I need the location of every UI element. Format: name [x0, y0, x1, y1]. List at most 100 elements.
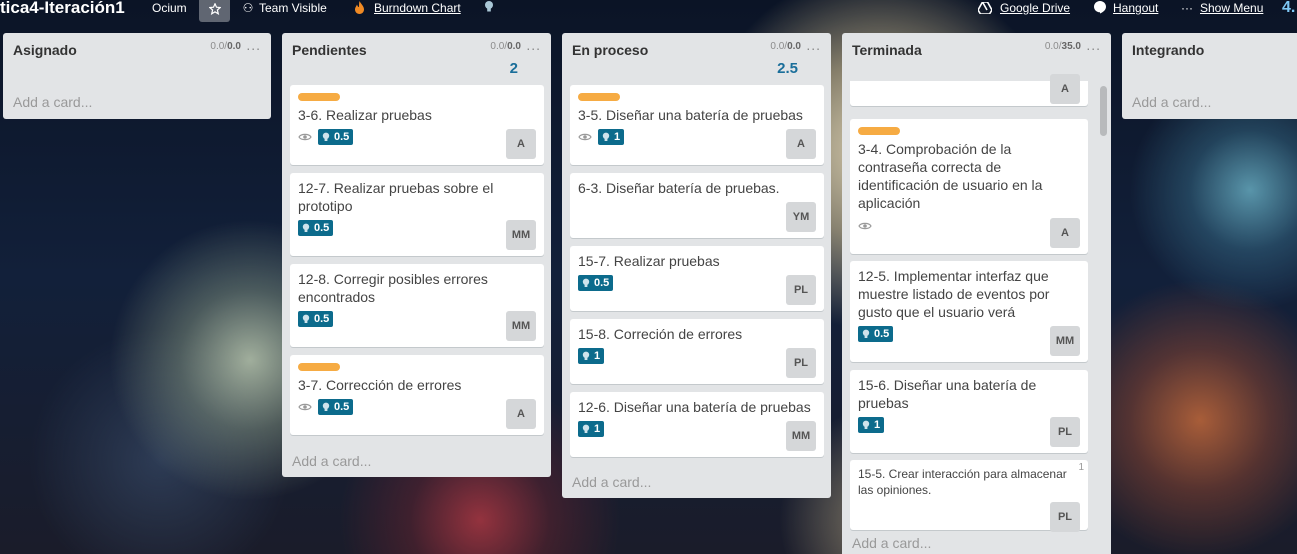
add-card-link[interactable]: Add a card...: [852, 535, 931, 551]
avatar[interactable]: YM: [786, 202, 816, 232]
lightbulb-icon: [582, 424, 590, 433]
avatar[interactable]: MM: [786, 421, 816, 451]
card-corner-count: 1: [1078, 462, 1084, 473]
team-icon: ⚇: [242, 1, 254, 15]
eye-icon: [298, 403, 312, 410]
card-badges: 0.5: [858, 325, 894, 342]
points-badge: 0.5: [298, 310, 334, 327]
lightbulb-icon: [582, 278, 590, 287]
list-title[interactable]: Terminada: [852, 42, 922, 58]
hangout-label: Hangout: [1113, 1, 1159, 15]
hangout-link[interactable]: Hangout: [1094, 0, 1158, 17]
add-card-link[interactable]: Add a card...: [572, 474, 651, 490]
card[interactable]: 12-6. Diseñar una batería de pruebas 1 M…: [570, 392, 824, 457]
card[interactable]: 12-5. Implementar interfaz que muestre l…: [850, 261, 1088, 362]
card[interactable]: 12-7. Realizar pruebas sobre el prototip…: [290, 173, 544, 256]
show-menu-button[interactable]: ··· Show Menu: [1181, 0, 1263, 17]
eye-icon: [578, 133, 592, 140]
board-title[interactable]: tica4-Iteración1: [0, 0, 125, 17]
avatar[interactable]: MM: [506, 220, 536, 250]
card[interactable]: 3-6. Realizar pruebas 0.5 A: [290, 85, 544, 165]
card-badges: 1: [858, 416, 885, 433]
avatar[interactable]: A: [786, 129, 816, 159]
card[interactable]: 15-8. Correción de errores 1 PL: [570, 319, 824, 384]
hangout-icon: [1094, 1, 1106, 14]
card-label-orange[interactable]: [578, 93, 620, 101]
card-title: 3-7. Corrección de errores: [298, 377, 462, 393]
card-label-orange[interactable]: [858, 127, 900, 135]
list-header: Asignado 0.0/0.0 ...: [3, 33, 271, 63]
card[interactable]: 15-6. Diseñar una batería de pruebas 1 P…: [850, 370, 1088, 453]
burndown-chart-link[interactable]: Burndown Chart: [354, 0, 461, 17]
card-title: 3-4. Comprobación de la contraseña corre…: [858, 141, 1043, 211]
card[interactable]: 12-8. Corregir posibles errores encontra…: [290, 264, 544, 347]
lightbulb-icon: [582, 351, 590, 360]
list-title[interactable]: Integrando: [1132, 42, 1204, 58]
lightbulb-icon: [602, 132, 610, 141]
card-badges: 0.5: [298, 128, 354, 145]
card[interactable]: 3-5. Diseñar una batería de pruebas 1 A: [570, 85, 824, 165]
card[interactable]: 15-5. Crear interacción para almacenar l…: [850, 460, 1088, 532]
list-scrollbar-thumb[interactable]: [1100, 86, 1107, 136]
trailing-number: 4.: [1282, 0, 1296, 16]
list-menu-button[interactable]: ...: [806, 37, 821, 53]
list-points: 0.0/0.0: [770, 41, 801, 52]
card[interactable]: 3-7. Corrección de errores 0.5 A: [290, 355, 544, 435]
card-label-orange[interactable]: [298, 363, 340, 371]
card-title: 6-3. Diseñar batería de pruebas.: [578, 180, 780, 196]
card[interactable]: A: [850, 74, 1088, 106]
card-badges: 0.5: [298, 310, 334, 327]
flame-icon: [355, 1, 364, 14]
list-title[interactable]: Asignado: [13, 42, 77, 58]
card[interactable]: 3-4. Comprobación de la contraseña corre…: [850, 119, 1088, 254]
avatar[interactable]: PL: [786, 348, 816, 378]
card-title: 15-8. Correción de errores: [578, 326, 743, 342]
card[interactable]: 6-3. Diseñar batería de pruebas. YM: [570, 173, 824, 238]
list-points: 0.0/0.0: [490, 41, 521, 52]
avatar[interactable]: MM: [1050, 326, 1080, 356]
google-drive-label: Google Drive: [1000, 1, 1071, 15]
burndown-label: Burndown Chart: [374, 1, 461, 15]
points-badge: 1: [598, 128, 625, 145]
add-card-link[interactable]: Add a card...: [292, 453, 371, 469]
list-scrollbar-track[interactable]: [1098, 86, 1108, 526]
more-icon: ···: [1181, 1, 1193, 15]
board-header: tica4-Iteración1 Ocium ⚇ Team Visible Bur…: [0, 0, 1297, 22]
avatar[interactable]: MM: [506, 311, 536, 341]
star-button[interactable]: [199, 0, 230, 22]
avatar[interactable]: A: [1050, 218, 1080, 248]
points-badge: 1: [578, 420, 605, 437]
power-up-button[interactable]: [484, 0, 494, 17]
card-title: 15-5. Crear interacción para almacenar l…: [858, 467, 1067, 497]
lightbulb-icon: [862, 329, 870, 338]
org-name[interactable]: Ocium: [152, 0, 187, 17]
list-menu-button[interactable]: ...: [526, 37, 541, 53]
list-menu-button[interactable]: ...: [1086, 37, 1101, 53]
list-header: Integrando: [1122, 33, 1297, 63]
card-title: 15-6. Diseñar una batería de pruebas: [858, 377, 1037, 411]
avatar[interactable]: A: [1050, 74, 1080, 104]
lightbulb-icon: [485, 1, 493, 12]
list-title[interactable]: En proceso: [572, 42, 648, 58]
visibility-button[interactable]: ⚇ Team Visible: [242, 0, 327, 17]
card-label-orange[interactable]: [298, 93, 340, 101]
card[interactable]: 15-7. Realizar pruebas 0.5 PL: [570, 246, 824, 311]
avatar[interactable]: PL: [1050, 417, 1080, 447]
list-points: 0.0/35.0: [1044, 41, 1081, 52]
card-title: 12-7. Realizar pruebas sobre el prototip…: [298, 180, 494, 214]
add-card-link[interactable]: Add a card...: [13, 94, 92, 110]
avatar[interactable]: PL: [786, 275, 816, 305]
list-menu-button[interactable]: ...: [246, 37, 261, 53]
avatar[interactable]: PL: [1050, 502, 1080, 532]
avatar[interactable]: A: [506, 399, 536, 429]
show-menu-label: Show Menu: [1200, 1, 1264, 15]
points-badge: 1: [578, 347, 605, 364]
list-title[interactable]: Pendientes: [292, 42, 367, 58]
points-badge: 0.5: [318, 398, 354, 415]
add-card-link[interactable]: Add a card...: [1132, 94, 1211, 110]
avatar[interactable]: A: [506, 129, 536, 159]
google-drive-link[interactable]: Google Drive: [977, 0, 1071, 17]
points-badge: 1: [858, 416, 885, 433]
list-total-points: 2: [509, 60, 518, 77]
points-badge: 0.5: [318, 128, 354, 145]
